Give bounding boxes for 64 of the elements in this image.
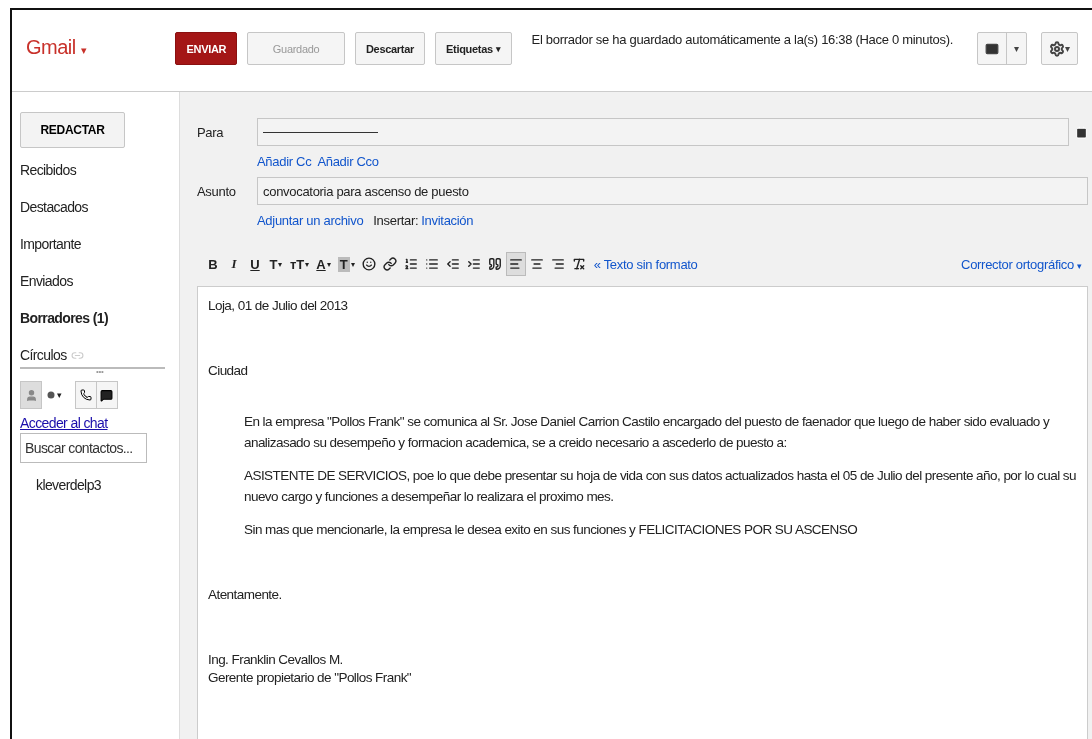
message-paragraph: Ing. Franklin Cevallos M. (208, 651, 344, 669)
add-bcc-link[interactable]: Añadir Cco (317, 154, 379, 169)
contacts-button[interactable] (20, 381, 42, 409)
contact-name[interactable]: kleverdelp3 (36, 477, 179, 493)
subject-field[interactable]: convocatoria para ascenso de puesto (257, 177, 1088, 205)
message-paragraph: En la empresa "Pollos Frank" se comunica al Sr. Jose Daniel Carrion Castilo encargado del puesto de faenador que luego de haber sido evaluado y analizasado su desempeño y formacion academica, se a creido necesario a ascederlo de puesto a: (244, 413, 1051, 452)
format-button[interactable]: T ▾ (334, 252, 358, 276)
format-button[interactable]: тT▾ (287, 252, 313, 276)
chat-button[interactable] (95, 381, 118, 409)
phone-icon (79, 389, 92, 401)
person-icon (24, 388, 38, 402)
subject-label: Asunto (197, 183, 237, 199)
format-button[interactable] (505, 252, 526, 276)
folder-link[interactable]: Destacados (20, 199, 179, 236)
quote-icon (487, 257, 502, 271)
call-button[interactable] (74, 381, 97, 409)
folder-link[interactable]: Enviados (20, 273, 179, 310)
outdent-icon (445, 257, 460, 271)
to-field[interactable] (257, 118, 1069, 146)
message-editor[interactable] (197, 286, 1088, 739)
send-button[interactable]: ENVIAR (175, 32, 238, 65)
folder-link[interactable]: Recibidos (20, 162, 179, 199)
folder-link[interactable]: Borradores (1) (20, 310, 179, 347)
labels-button[interactable]: Etiquetas ▾ (435, 32, 512, 65)
message-paragraph: Gerente propietario de "Pollos Frank" (208, 669, 413, 687)
align-center-icon (529, 257, 544, 271)
message-paragraph: Atentamente. (208, 586, 283, 604)
smiley-icon (361, 257, 376, 271)
align-left-icon (508, 257, 523, 271)
attach-link[interactable]: Adjuntar un archivo (257, 213, 364, 228)
format-button[interactable]: B (203, 252, 223, 276)
gmail-logo[interactable]: Gmail ▾ (12, 36, 176, 59)
invitation-link[interactable]: Invitación (421, 213, 474, 228)
link-icon (382, 257, 397, 271)
align-right-icon (550, 257, 565, 271)
plain-text-link[interactable]: « Texto sin formato (593, 256, 698, 272)
format-button[interactable]: U (245, 252, 265, 276)
status-dot-icon (47, 391, 55, 399)
bullet-list-icon (424, 257, 439, 271)
message-paragraph: Ciudad (208, 362, 249, 380)
insert-label: Insertar: (373, 213, 419, 228)
chat-link[interactable]: Acceder al chat (20, 415, 179, 431)
format-button[interactable]: A▾ (313, 252, 334, 276)
message-paragraph: Sin mas que mencionarle, la empresa le desea exito en sus funciones y FELICITACIONES POR SU ASCENSO (244, 521, 859, 539)
to-label: Para (197, 124, 225, 140)
discard-button[interactable]: Descartar (354, 32, 425, 65)
chat-bubble-icon (100, 388, 114, 402)
spellcheck-link[interactable]: Corrector ortográfico ▾ (961, 256, 1082, 272)
contact-search-field[interactable]: Buscar contactos... (20, 433, 147, 463)
settings-button[interactable]: ▾ (1042, 33, 1077, 64)
compose-button[interactable]: REDACTAR (20, 112, 125, 148)
indent-icon (466, 257, 481, 271)
message-paragraph: Loja, 01 de Julio del 2013 (208, 297, 349, 315)
format-button[interactable]: I (224, 252, 244, 276)
circles-label[interactable]: Círculos (20, 347, 67, 363)
clear-format-icon (571, 257, 586, 271)
add-cc-link[interactable]: Añadir Cc (257, 154, 312, 169)
folder-link[interactable]: Importante (20, 236, 179, 273)
status-dropdown[interactable]: ▾ (47, 390, 62, 400)
message-paragraph: ASISTENTE DE SERVICIOS, poe lo que debe presentar su hoja de vida con sus datos actualizados hasta el 05 de Julio del presente año, por lo cual su nuevo cargo y funciones a desempeñar lo realizara el proximo mes. (244, 467, 1077, 506)
format-button[interactable]: T▾ (266, 252, 286, 276)
autosave-status: El borrador se ha guardado automáticamente a la(s) 16:38 (Hace 0 minutos). (531, 32, 953, 47)
settings-icon (1049, 40, 1065, 57)
numbered-list-icon (403, 257, 418, 271)
